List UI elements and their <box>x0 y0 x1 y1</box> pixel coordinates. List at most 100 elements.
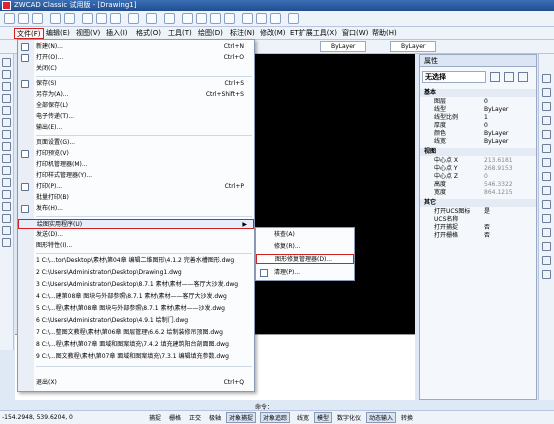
select-objects-icon[interactable] <box>504 72 514 82</box>
insert-block-icon[interactable] <box>2 166 11 175</box>
section-view[interactable]: 视图 <box>420 148 536 156</box>
snap-toggle[interactable]: 捕捉 <box>146 412 164 423</box>
extend-icon[interactable] <box>542 214 551 223</box>
menu-view[interactable]: 视图(V) <box>74 28 102 39</box>
recent-file-item[interactable]: 5 C:\...程\素材\第08章 图块与外部参照\8.7.1 素材\素材——沙… <box>18 304 254 314</box>
menu-draw[interactable]: 绘图(D) <box>196 28 225 39</box>
pan-icon[interactable] <box>182 13 193 24</box>
prop-row[interactable]: 宽度 864.1215 <box>420 189 536 197</box>
polygon-icon[interactable] <box>2 94 11 103</box>
prop-row[interactable]: 中心点 Y 268.9153 <box>420 165 536 173</box>
spline-icon[interactable] <box>2 142 11 151</box>
selection-combo[interactable]: 无选择 <box>422 71 486 83</box>
menu-et-tools[interactable]: ET扩展工具(X) <box>288 28 339 39</box>
help-icon[interactable] <box>288 13 299 24</box>
recent-file-item[interactable]: 4 C:\...建第08章 图块与外部参照\8.7.1 素材\素材——客厅大沙发… <box>18 292 254 302</box>
recent-file-item[interactable]: 8 C:\...程\素材\第07章 面域和图案填充\7.4.2 填充建筑阳台剖面… <box>18 340 254 350</box>
tablet-toggle[interactable]: 数字化仪 <box>334 412 364 423</box>
lineweight-combo[interactable]: ByLayer <box>390 41 436 52</box>
recent-file-item[interactable]: 1 C:\...tor\Desktop\素材\第04章 编辑二维图形\4.1.2… <box>18 256 254 266</box>
submenu-item-drawing-recovery-manager[interactable]: 图形修复管理器(D)... <box>256 254 354 264</box>
redo-icon[interactable] <box>164 13 175 24</box>
drawing-canvas[interactable] <box>255 64 415 334</box>
make-block-icon[interactable] <box>2 178 11 187</box>
zoom-previous-icon[interactable] <box>224 13 235 24</box>
section-other[interactable]: 其它 <box>420 199 536 207</box>
menu-item-send[interactable]: 发送(D)... <box>18 230 254 240</box>
menu-item-plotter-manager[interactable]: 打印机管理器(M)... <box>18 160 254 170</box>
lineweight-toggle[interactable]: 线宽 <box>294 412 312 423</box>
stretch-icon[interactable] <box>542 186 551 195</box>
toggle-pickadd-icon[interactable] <box>490 72 500 82</box>
menu-item-save-as[interactable]: 另存为(A)... Ctrl+Shift+S <box>18 90 254 100</box>
rectangle-icon[interactable] <box>2 106 11 115</box>
prop-row[interactable]: UCS名称 <box>420 216 536 224</box>
prop-row[interactable]: 打开捕捉否 <box>420 224 536 232</box>
menu-dimension[interactable]: 标注(N) <box>228 28 257 39</box>
break-icon[interactable] <box>542 228 551 237</box>
menu-item-drawing-utilities[interactable]: 绘图实用程序(U) ▶ <box>18 219 254 229</box>
tool-palette-icon[interactable] <box>270 13 281 24</box>
recent-file-item[interactable]: 3 C:\Users\Administrator\Desktop\8.7.1 素… <box>18 280 254 290</box>
menu-window[interactable]: 窗口(W) <box>340 28 370 39</box>
otrack-toggle[interactable]: 对象追踪 <box>260 412 291 423</box>
menu-edit[interactable]: 编辑(E) <box>44 28 72 39</box>
circle-icon[interactable] <box>2 130 11 139</box>
chamfer-icon[interactable] <box>542 242 551 251</box>
menu-insert[interactable]: 插入(I) <box>104 28 130 39</box>
prop-row[interactable]: 线型 ByLayer <box>420 106 536 114</box>
submenu-item-purge[interactable]: 清理(P)... <box>256 268 354 278</box>
prop-row[interactable]: 厚度 0 <box>420 122 536 130</box>
submenu-item-recover[interactable]: 修复(R)... <box>256 242 354 252</box>
menu-item-drawing-properties[interactable]: 图形特性(I)... <box>18 241 254 251</box>
print-preview-icon[interactable] <box>64 13 75 24</box>
menu-help[interactable]: 帮助(H) <box>370 28 399 39</box>
linetype-combo[interactable]: ByLayer <box>320 41 366 52</box>
menu-item-publish[interactable]: 发布(H)... <box>18 204 254 214</box>
menu-item-save[interactable]: 保存(S) Ctrl+S <box>18 79 254 89</box>
explode-icon[interactable] <box>542 270 551 279</box>
menu-file[interactable]: 文件(F) <box>14 28 44 39</box>
prop-row[interactable]: 线宽 ByLayer <box>420 138 536 146</box>
recent-file-item[interactable]: 6 C:\Users\Administrator\Desktop\4.9.1 绘… <box>18 316 254 326</box>
dynamic-input-toggle[interactable]: 动态输入 <box>366 412 397 423</box>
undo-icon[interactable] <box>146 13 157 24</box>
mtext-icon[interactable] <box>2 238 11 247</box>
menu-item-etransmit[interactable]: 电子传递(T)... <box>18 112 254 122</box>
fillet-icon[interactable] <box>542 256 551 265</box>
xline-icon[interactable] <box>2 70 11 79</box>
drawing-canvas-top[interactable] <box>255 54 415 64</box>
save-icon[interactable] <box>32 13 43 24</box>
zoom-window-icon[interactable] <box>210 13 221 24</box>
polar-toggle[interactable]: 极轴 <box>206 412 224 423</box>
hatch-icon[interactable] <box>2 202 11 211</box>
match-properties-icon[interactable] <box>128 13 139 24</box>
model-toggle[interactable]: 模型 <box>314 412 333 423</box>
design-center-icon[interactable] <box>256 13 267 24</box>
zoom-realtime-icon[interactable] <box>196 13 207 24</box>
menu-item-save-all[interactable]: 全部保存(L) <box>18 101 254 111</box>
menu-item-new[interactable]: 新建(N)... Ctrl+N <box>18 42 254 52</box>
prop-row[interactable]: 打开UCS图标是 <box>420 208 536 216</box>
copy-icon[interactable] <box>96 13 107 24</box>
paste-icon[interactable] <box>110 13 121 24</box>
table-icon[interactable] <box>2 226 11 235</box>
submenu-item-audit[interactable]: 核查(A) <box>256 230 354 240</box>
recent-file-item[interactable]: 7 C:\...整图文教程\素材\第06章 图层管理\6.6.2 绘制装修吊顶图… <box>18 328 254 338</box>
open-icon[interactable] <box>18 13 29 24</box>
polyline-icon[interactable] <box>2 82 11 91</box>
menu-item-open[interactable]: 打开(O)... Ctrl+O <box>18 53 254 63</box>
prop-row[interactable]: 中心点 Z0 <box>420 173 536 181</box>
point-icon[interactable] <box>2 190 11 199</box>
print-icon[interactable] <box>50 13 61 24</box>
section-basic[interactable]: 基本 <box>420 89 536 97</box>
prop-row[interactable]: 高度 546.3322 <box>420 181 536 189</box>
ortho-toggle[interactable]: 正交 <box>186 412 204 423</box>
menu-item-print-preview[interactable]: 打印预览(V) <box>18 149 254 159</box>
prop-row[interactable]: 线型比例 1 <box>420 114 536 122</box>
cut-icon[interactable] <box>82 13 93 24</box>
menu-item-export[interactable]: 输出(E)... <box>18 123 254 133</box>
prop-row[interactable]: 颜色 ByLayer <box>420 130 536 138</box>
menu-format[interactable]: 格式(O) <box>134 28 163 39</box>
move-icon[interactable] <box>542 144 551 153</box>
